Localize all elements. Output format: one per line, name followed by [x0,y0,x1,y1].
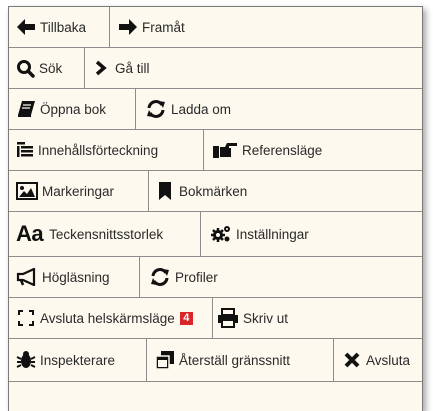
bookmarks-label: Bokmärken [179,183,248,199]
toc-label: Innehållsförteckning [38,142,159,158]
reset-ui-button[interactable]: Återställ gränssnitt [147,339,334,381]
toc-button[interactable]: Innehållsförteckning [9,130,204,170]
menu-row: Avsluta helskärmsläge 4 Skriv ut [9,298,422,339]
image-icon [16,182,38,200]
goto-label: Gå till [115,60,150,76]
menu-row: Aa Teckensnittsstorlek Inställningar [9,212,422,257]
reference-mode-label: Referensläge [242,142,323,158]
reload-button[interactable]: Ladda om [136,89,286,129]
close-icon [344,352,360,368]
window-restore-icon [155,350,175,370]
forward-label: Framåt [142,19,185,35]
back-button[interactable]: Tillbaka [9,7,110,47]
settings-button[interactable]: Inställningar [201,212,361,256]
menu-row: Inspekterare Återställ gränssnitt Avslut… [9,339,422,382]
settings-label: Inställningar [236,226,309,242]
refresh-icon [149,267,171,287]
profiles-label: Profiler [175,269,218,285]
reset-ui-label: Återställ gränssnitt [179,352,291,368]
search-button[interactable]: Sök [9,48,85,88]
read-aloud-label: Högläsning [42,269,110,285]
open-book-button[interactable]: Öppna bok [9,89,136,129]
font-size-label: Teckensnittsstorlek [49,226,164,242]
back-label: Tillbaka [40,19,87,35]
exit-fullscreen-label: Avsluta helskärmsläge [40,310,175,326]
forward-button[interactable]: Framåt [110,7,230,47]
context-menu: Tillbaka Framåt Sök Gå till Öppna bok La… [8,6,423,411]
menu-row: Tillbaka Framåt [9,7,422,48]
profiles-button[interactable]: Profiler [140,257,270,297]
goto-button[interactable]: Gå till [85,48,205,88]
menu-row: Öppna bok Ladda om [9,89,422,130]
quit-label: Avsluta [366,352,411,368]
font-size-icon: Aa [16,221,44,246]
highlights-label: Markeringar [42,183,115,199]
inspector-label: Inspekterare [40,352,116,368]
inspector-button[interactable]: Inspekterare [9,339,147,381]
reference-mode-button[interactable]: Referensläge [204,130,384,170]
quit-button[interactable]: Avsluta [334,339,422,381]
megaphone-icon [16,268,38,286]
print-label: Skriv ut [243,310,289,326]
menu-row: Sök Gå till [9,48,422,89]
bookmarks-button[interactable]: Bokmärken [149,171,289,211]
compress-icon [18,310,34,326]
exit-fullscreen-button[interactable]: Avsluta helskärmsläge 4 [9,298,213,338]
menu-row: Innehållsförteckning Referensläge [9,130,422,171]
bookmark-icon [158,181,172,201]
highlights-button[interactable]: Markeringar [9,171,149,211]
list-indent-icon [16,141,34,159]
arrow-right-icon [118,18,138,36]
book-icon [16,100,36,118]
magnifier-icon [16,59,35,78]
bug-icon [16,350,36,370]
search-label: Sök [39,60,63,76]
gears-icon [210,224,232,244]
menu-row: Markeringar Bokmärken [9,171,422,212]
open-book-label: Öppna bok [40,101,107,117]
print-button[interactable]: Skriv ut [213,298,323,338]
pointing-hand-icon [212,141,238,159]
arrow-left-icon [16,18,36,36]
read-aloud-button[interactable]: Högläsning [9,257,140,297]
notification-badge: 4 [179,311,193,325]
chevron-right-icon [95,60,107,76]
menu-row: Högläsning Profiler [9,257,422,298]
refresh-icon [145,99,167,119]
printer-icon [217,308,239,328]
font-size-button[interactable]: Aa Teckensnittsstorlek [9,212,201,256]
reload-label: Ladda om [171,101,232,117]
